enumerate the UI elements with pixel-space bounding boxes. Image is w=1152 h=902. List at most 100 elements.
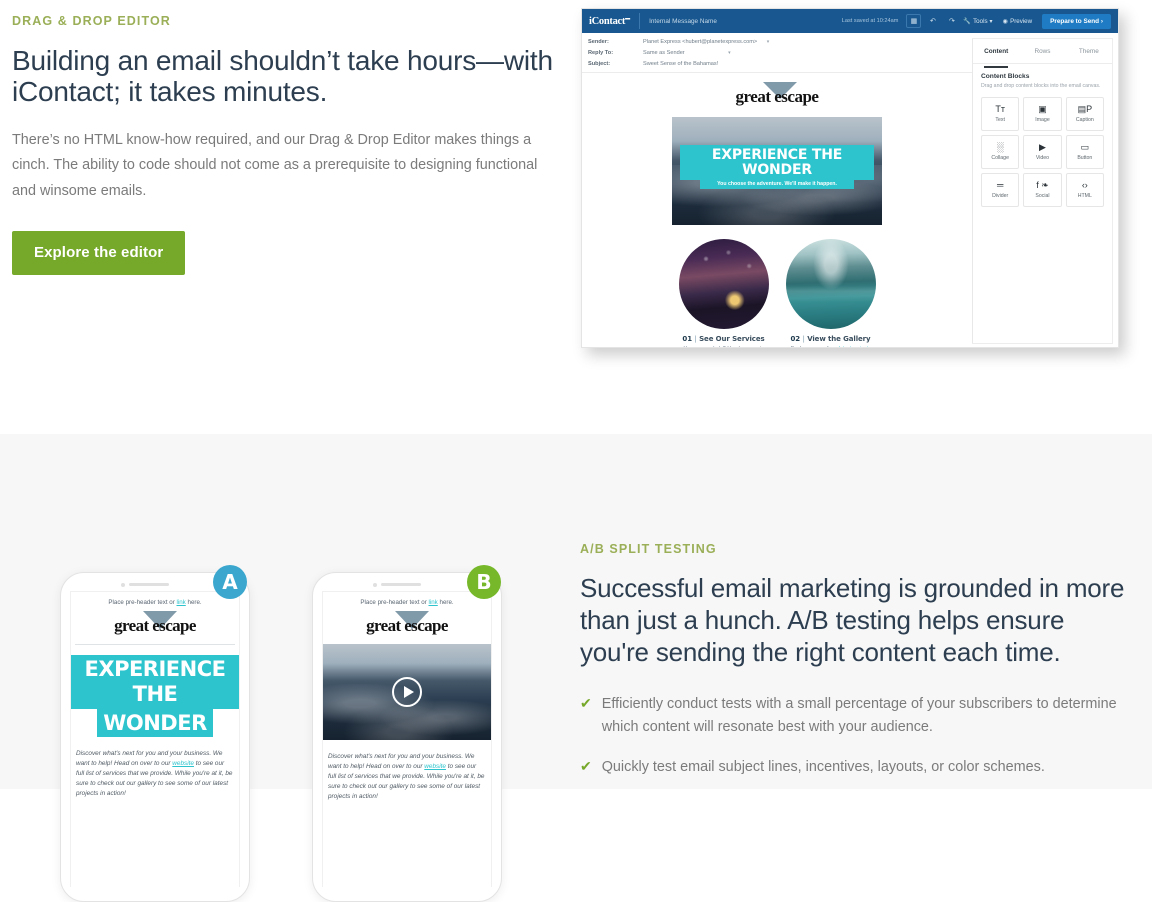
great-escape-logo: great escape — [71, 611, 239, 644]
latest-projects-link[interactable]: latest projects — [838, 346, 870, 347]
variant-a-badge: A — [213, 565, 247, 599]
drag-drop-editor-section: DRAG & DROP EDITOR Building an email sho… — [0, 0, 1152, 434]
website-link[interactable]: website — [424, 763, 446, 770]
sender-label: Sender: — [588, 39, 609, 45]
tools-menu[interactable]: 🔧 Tools ▾ — [963, 17, 992, 26]
text-icon: Tт — [995, 104, 1005, 115]
last-saved-label: Last saved at 10:24am — [841, 18, 899, 24]
email-canvas[interactable]: great escape EXPERIENCE THE WONDER You c… — [582, 73, 972, 347]
camera-icon — [373, 583, 377, 587]
block-image[interactable]: ▣ Image — [1023, 97, 1062, 132]
landing-page: DRAG & DROP EDITOR Building an email sho… — [0, 0, 1152, 902]
pre-header-link[interactable]: link — [176, 599, 185, 606]
editor-body: Sender: Planet Express <hubert@planetexp… — [582, 33, 1118, 347]
pre-header-text: Place pre-header text or link here. — [71, 592, 239, 612]
block-text[interactable]: Tт Text — [981, 97, 1020, 132]
tab-rows[interactable]: Rows — [1019, 39, 1065, 63]
prepare-to-send-button[interactable]: Prepare to Send › — [1042, 13, 1111, 29]
preview-label: Preview — [1010, 17, 1033, 25]
reply-to-value[interactable]: Same as Sender ▾ — [643, 50, 731, 56]
feature-card-caption: Explore some of our latest projects — [783, 346, 878, 347]
section-one-body: There’s no HTML know-how required, and o… — [12, 131, 538, 199]
collage-icon: ░ — [996, 142, 1004, 153]
reply-to-label: Reply To: — [588, 50, 614, 56]
caption-text: Explore some of our — [791, 346, 837, 347]
section-two-headline: Successful email marketing is grounded i… — [580, 573, 1125, 667]
content-blocks-title: Content Blocks — [981, 73, 1030, 80]
message-name-label[interactable]: Internal Message Name — [649, 18, 717, 25]
feature-card[interactable]: 01 | See Our Services How can we help? H… — [676, 239, 771, 347]
hero-line-1: EXPERIENCE THE — [71, 655, 239, 709]
pre-header-text: Place pre-header text or link here. — [323, 592, 491, 612]
reply-to-row: Reply To: Same as Sender ▾ — [588, 50, 966, 56]
phone-b-body-copy: Discover what's next for you and your bu… — [323, 740, 491, 802]
card-number: 01 — [682, 335, 692, 343]
pre-header-prefix: Place pre-header text or — [360, 599, 429, 606]
block-divider[interactable]: ═ Divider — [981, 173, 1020, 208]
html-icon: ‹› — [1081, 180, 1088, 191]
section-one-headline: Building an email shouldn’t take hours—w… — [12, 45, 553, 108]
block-button[interactable]: ▭ Button — [1065, 135, 1104, 170]
icontact-logo: iContact▬ — [589, 15, 631, 27]
tools-label: Tools — [973, 17, 988, 25]
variant-b-badge: B — [467, 565, 501, 599]
chevron-down-icon: ▾ — [728, 50, 731, 56]
editor-main: Sender: Planet Express <hubert@planetexp… — [582, 33, 972, 347]
phone-variant-b: Place pre-header text or link here. grea… — [312, 572, 502, 902]
button-icon: ▭ — [1080, 142, 1090, 153]
block-label: Image — [1035, 117, 1050, 124]
content-blocks-grid: Tт Text ▣ Image ▤P Caption ░ Collage ▶ Video … — [981, 97, 1104, 208]
block-social[interactable]: f ❧ Social — [1023, 173, 1062, 208]
night-camp-image — [678, 239, 769, 329]
block-video[interactable]: ▶ Video — [1023, 135, 1062, 170]
calendar-icon[interactable]: ▦ — [906, 14, 922, 28]
sender-row: Sender: Planet Express <hubert@planetexp… — [588, 39, 966, 45]
play-icon[interactable] — [392, 677, 422, 707]
preview-button[interactable]: ◉ Preview — [1003, 18, 1032, 25]
redo-icon[interactable]: ↷ — [944, 14, 959, 28]
tab-content[interactable]: Content — [973, 39, 1019, 68]
block-label: Collage — [991, 155, 1009, 162]
section-one-copy: DRAG & DROP EDITOR Building an email sho… — [12, 14, 564, 276]
pre-header-suffix: here. — [185, 599, 202, 606]
great-escape-logo-text: great escape — [114, 616, 196, 635]
block-collage[interactable]: ░ Collage — [981, 135, 1020, 170]
great-escape-logo: great escape — [582, 82, 972, 107]
website-link[interactable]: website — [172, 760, 194, 767]
subject-value[interactable]: Sweet Sense of the Bahamas! — [643, 61, 718, 67]
wrench-icon: 🔧 — [963, 18, 972, 25]
sender-value[interactable]: Planet Express <hubert@planetexpress.com… — [643, 39, 769, 45]
divider-icon: ═ — [996, 180, 1004, 191]
benefit-text: Efficiently conduct tests with a small p… — [601, 695, 1117, 736]
great-escape-logo-text: great escape — [735, 87, 819, 106]
tab-theme[interactable]: Theme — [1066, 39, 1112, 63]
pre-header-link[interactable]: link — [428, 599, 437, 606]
block-caption[interactable]: ▤P Caption — [1065, 97, 1104, 132]
explore-the-editor-button[interactable]: Explore the editor — [12, 230, 186, 276]
block-label: HTML — [1077, 193, 1092, 200]
undo-icon[interactable]: ↶ — [925, 14, 940, 28]
section-two-copy: A/B SPLIT TESTING Successful email marke… — [580, 542, 1140, 795]
variant-b-video[interactable] — [323, 644, 491, 740]
speaker-grille — [381, 583, 421, 586]
social-icon: f ❧ — [1036, 180, 1049, 191]
prepare-to-send-label: Prepare to Send — [1050, 17, 1100, 25]
feature-card[interactable]: 02 | View the Gallery Explore some of ou… — [783, 239, 878, 347]
eye-icon: ◉ — [1002, 17, 1009, 25]
hero-subtext: You choose the adventure. We'll make it … — [700, 179, 854, 189]
phone-mockups: A B Place pre-header text or link here. … — [50, 560, 530, 902]
chevron-down-icon: ▾ — [766, 39, 770, 45]
block-label: Divider — [992, 193, 1009, 200]
panel-body: Content Blocks Drag and drop content blo… — [973, 64, 1112, 216]
panel-tabs: Content Rows Theme — [973, 39, 1112, 68]
sender-value-text: Planet Express <hubert@planetexpress.com… — [643, 39, 758, 45]
hero-line-2: WONDER — [97, 708, 213, 738]
lake-mountain-image — [785, 239, 876, 329]
block-label: Text — [995, 117, 1005, 124]
subject-label: Subject: — [588, 61, 611, 67]
card-title-text: See Our Services — [699, 335, 765, 343]
pre-header-suffix: here. — [437, 599, 454, 606]
block-html[interactable]: ‹› HTML — [1065, 173, 1104, 208]
great-escape-logo: great escape — [323, 611, 491, 644]
feature-card-title: 01 | See Our Services — [676, 335, 771, 343]
